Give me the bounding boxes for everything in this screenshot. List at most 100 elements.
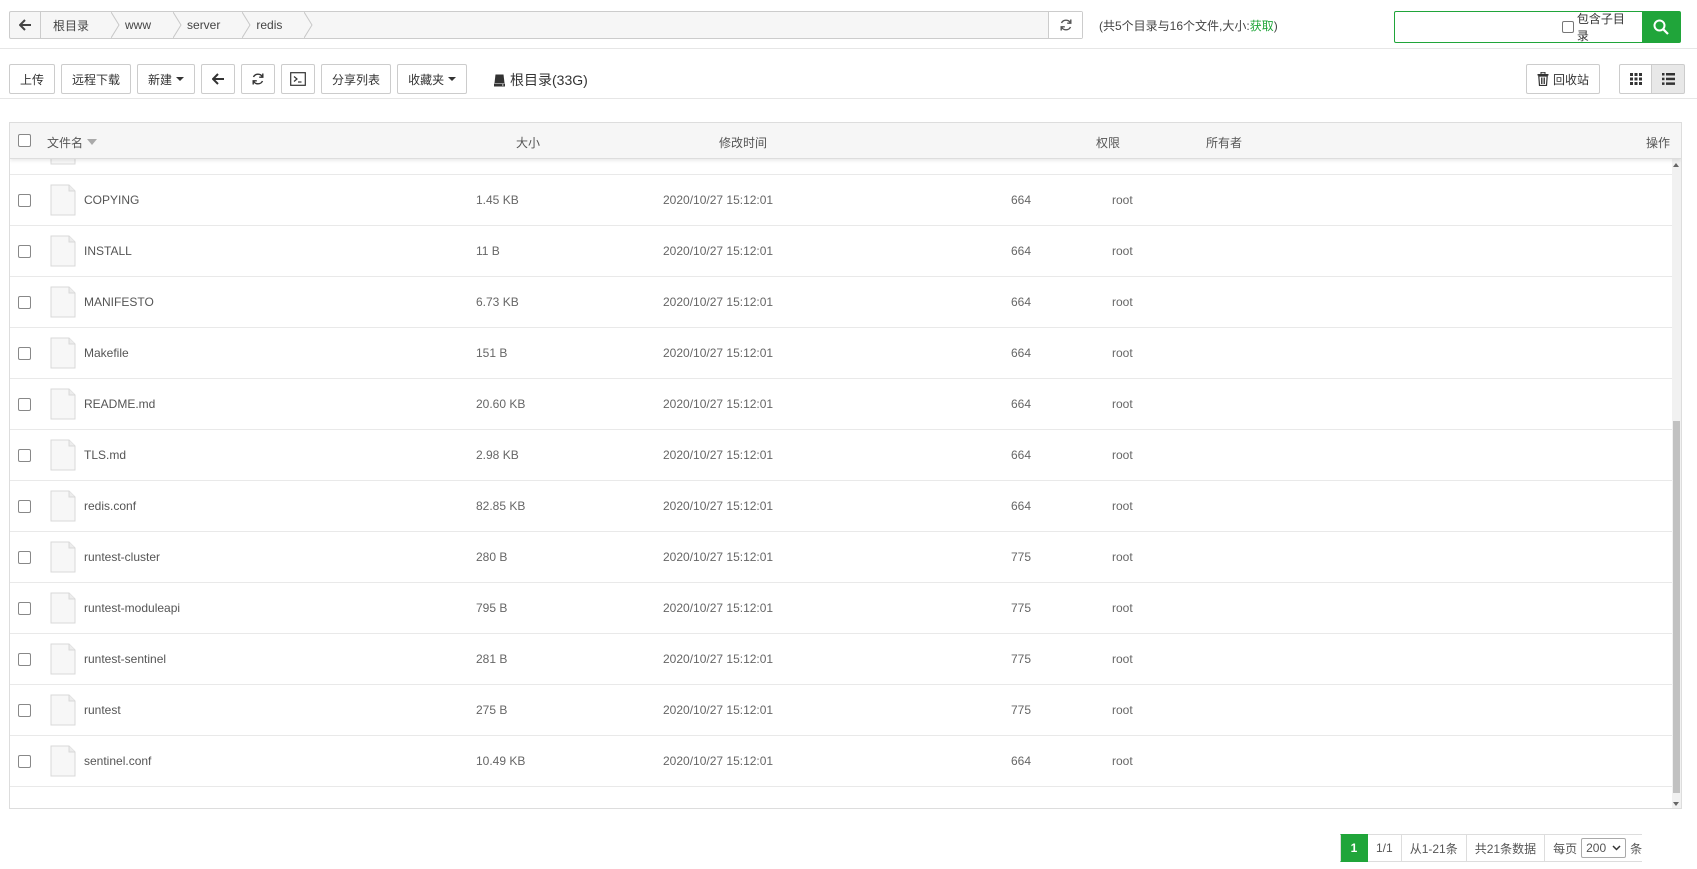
file-name-link[interactable]: Makefile [84, 328, 129, 379]
path-refresh-button[interactable] [1048, 12, 1082, 38]
header-permission[interactable]: 权限 [1096, 134, 1120, 151]
table-row[interactable]: runtest-cluster 280 B 2020/10/27 15:12:01 7… [10, 532, 1674, 583]
include-subdir-toggle[interactable]: 包含子目录 [1562, 12, 1642, 43]
table-body: CONTRIBUTING 2.44 KB 2020/10/27 15:12:01 66… [10, 159, 1674, 808]
scroll-up-arrow-icon[interactable] [1673, 163, 1679, 167]
row-checkbox[interactable] [18, 347, 31, 360]
new-dropdown-button[interactable]: 新建 [137, 64, 196, 94]
search-button[interactable] [1642, 12, 1680, 42]
file-size: 11 B [476, 244, 500, 258]
file-name-link[interactable]: INSTALL [84, 226, 132, 277]
file-name-link[interactable]: runtest-moduleapi [84, 583, 180, 634]
page-current[interactable]: 1 [1340, 834, 1368, 862]
search-input[interactable] [1395, 12, 1562, 42]
vertical-scrollbar[interactable] [1672, 159, 1681, 808]
row-checkbox[interactable] [18, 194, 31, 207]
file-name-link[interactable]: sentinel.conf [84, 736, 151, 787]
file-permission[interactable]: 775 [1011, 634, 1031, 685]
header-owner[interactable]: 所有者 [1206, 134, 1242, 151]
file-permission[interactable]: 775 [1011, 685, 1031, 736]
fetch-size-link[interactable]: 获取 [1250, 19, 1274, 33]
table-row[interactable]: runtest-sentinel 281 B 2020/10/27 15:12:01… [10, 634, 1674, 685]
file-size: 2.44 KB [476, 159, 519, 175]
header-mtime[interactable]: 修改时间 [719, 134, 767, 151]
go-up-button[interactable] [201, 64, 236, 94]
file-name-link[interactable]: runtest-cluster [84, 532, 160, 583]
upload-button[interactable]: 上传 [9, 64, 56, 94]
file-permission[interactable]: 664 [1011, 277, 1031, 328]
disk-selector[interactable]: 根目录(33G) [493, 70, 588, 90]
file-name-link[interactable]: TLS.md [84, 430, 126, 481]
per-page-value: 200 [1586, 841, 1607, 855]
arrow-left-icon [211, 73, 224, 85]
row-checkbox[interactable] [18, 449, 31, 462]
file-permission[interactable]: 664 [1011, 430, 1031, 481]
table-row[interactable]: TLS.md 2.98 KB 2020/10/27 15:12:01 664 root [10, 430, 1674, 481]
terminal-button[interactable] [281, 64, 316, 94]
file-icon [50, 592, 76, 624]
file-name-link[interactable]: runtest [84, 685, 121, 736]
per-page-select[interactable]: 200 [1581, 838, 1627, 858]
table-row[interactable]: sentinel.conf 10.49 KB 2020/10/27 15:12:01… [10, 736, 1674, 787]
file-size: 2.98 KB [476, 448, 519, 462]
file-icon [50, 745, 76, 777]
breadcrumb-item[interactable]: 根目录 [41, 12, 120, 38]
file-name-link[interactable]: COPYING [84, 175, 139, 226]
table-row[interactable]: COPYING 1.45 KB 2020/10/27 15:12:01 664 root [10, 175, 1674, 226]
select-all-checkbox[interactable] [18, 134, 31, 147]
row-checkbox[interactable] [18, 602, 31, 615]
row-checkbox[interactable] [18, 653, 31, 666]
file-permission[interactable]: 664 [1011, 226, 1031, 277]
recycle-bin-button[interactable]: 回收站 [1526, 64, 1601, 94]
table-row[interactable]: redis.conf 82.85 KB 2020/10/27 15:12:01 664… [10, 481, 1674, 532]
file-permission[interactable]: 664 [1011, 379, 1031, 430]
share-list-button[interactable]: 分享列表 [321, 64, 392, 94]
file-icon [50, 337, 76, 369]
scroll-thumb[interactable] [1673, 421, 1680, 793]
row-checkbox[interactable] [18, 704, 31, 717]
favorites-dropdown-button[interactable]: 收藏夹 [397, 64, 468, 94]
sort-down-icon [87, 139, 98, 145]
file-name-link[interactable]: CONTRIBUTING [84, 159, 175, 175]
file-owner: root [1112, 159, 1133, 175]
file-mtime: 2020/10/27 15:12:01 [663, 754, 774, 768]
file-size: 10.49 KB [476, 754, 526, 768]
file-permission[interactable]: 775 [1011, 532, 1031, 583]
file-permission[interactable]: 664 [1011, 736, 1031, 787]
table-row[interactable]: runtest 275 B 2020/10/27 15:12:01 775 root [10, 685, 1674, 736]
file-permission[interactable]: 664 [1011, 175, 1031, 226]
file-permission[interactable]: 664 [1011, 328, 1031, 379]
list-view-button[interactable] [1652, 64, 1685, 94]
file-name-link[interactable]: MANIFESTO [84, 277, 154, 328]
table-row[interactable]: Makefile 151 B 2020/10/27 15:12:01 664 root [10, 328, 1674, 379]
table-row[interactable]: runtest-moduleapi 795 B 2020/10/27 15:12:0… [10, 583, 1674, 634]
refresh-button[interactable] [241, 64, 276, 94]
toolbar: 上传 远程下载 新建 分享列表 收藏夹 [9, 64, 468, 94]
row-checkbox[interactable] [18, 500, 31, 513]
table-row[interactable]: INSTALL 11 B 2020/10/27 15:12:01 664 root [10, 226, 1674, 277]
file-permission[interactable]: 775 [1011, 583, 1031, 634]
scroll-down-arrow-icon[interactable] [1673, 802, 1679, 806]
breadcrumb-label: server [187, 18, 221, 32]
grid-view-button[interactable] [1619, 64, 1652, 94]
row-checkbox[interactable] [18, 398, 31, 411]
file-mtime: 2020/10/27 15:12:01 [663, 295, 774, 309]
file-permission[interactable]: 664 [1011, 481, 1031, 532]
file-name-link[interactable]: redis.conf [84, 481, 136, 532]
row-checkbox[interactable] [18, 245, 31, 258]
back-button[interactable] [10, 12, 41, 38]
row-checkbox[interactable] [18, 551, 31, 564]
header-size[interactable]: 大小 [516, 134, 540, 151]
file-permission[interactable]: 664 [1011, 159, 1031, 175]
row-checkbox[interactable] [18, 296, 31, 309]
file-name-link[interactable]: README.md [84, 379, 155, 430]
include-subdir-checkbox[interactable] [1562, 21, 1574, 33]
header-name[interactable]: 文件名 [47, 134, 98, 151]
row-checkbox[interactable] [18, 755, 31, 768]
table-row[interactable]: MANIFESTO 6.73 KB 2020/10/27 15:12:01 664 ro… [10, 277, 1674, 328]
table-row[interactable]: CONTRIBUTING 2.44 KB 2020/10/27 15:12:01 66… [10, 159, 1674, 175]
file-size: 275 B [476, 703, 508, 717]
file-name-link[interactable]: runtest-sentinel [84, 634, 166, 685]
table-row[interactable]: README.md 20.60 KB 2020/10/27 15:12:01 664 r… [10, 379, 1674, 430]
remote-download-button[interactable]: 远程下载 [61, 64, 132, 94]
